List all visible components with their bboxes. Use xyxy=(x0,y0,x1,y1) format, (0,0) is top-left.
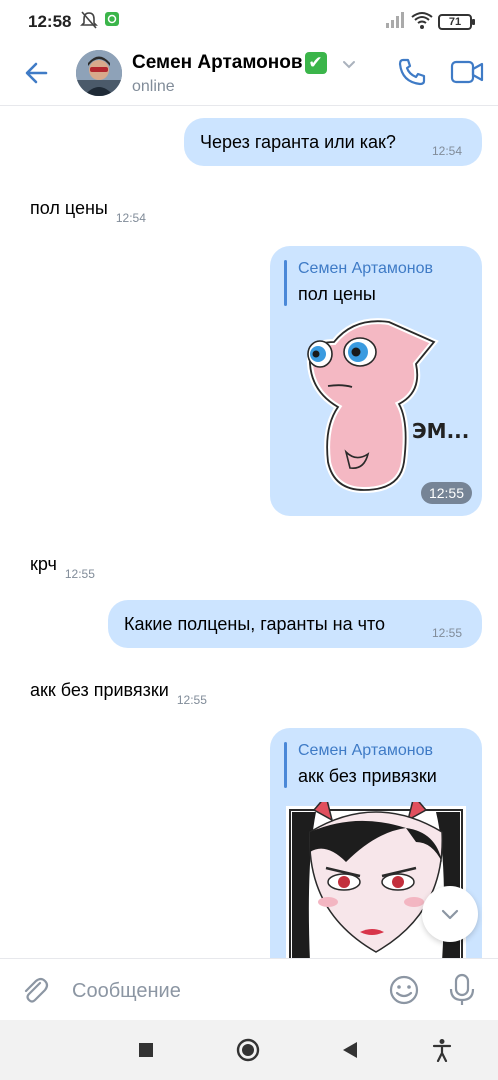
arrow-left-icon[interactable] xyxy=(22,58,52,88)
scroll-down-button[interactable] xyxy=(422,886,478,942)
message-outgoing[interactable]: Какие полцены, гаранты на что 12:55 xyxy=(108,600,482,648)
wifi-icon xyxy=(411,12,433,29)
smile-icon[interactable] xyxy=(388,974,420,1006)
message-time: 12:55 xyxy=(64,567,95,581)
phone-icon[interactable] xyxy=(396,56,428,88)
contact-status: online xyxy=(132,78,175,95)
app-notification-icon xyxy=(105,12,119,26)
message-composer xyxy=(0,958,498,1020)
reply-author: Семен Артамонов xyxy=(298,742,434,759)
back-triangle-icon[interactable] xyxy=(342,1041,358,1059)
reply-bar xyxy=(284,742,287,788)
message-incoming[interactable]: крч 12:55 xyxy=(30,554,95,581)
message-outgoing-sticker[interactable]: Семен Артамонов пол цены ЭМ... 12:55 xyxy=(270,246,482,516)
avatar[interactable] xyxy=(76,50,122,96)
message-incoming[interactable]: акк без привязки 12:55 xyxy=(30,680,207,707)
message-outgoing-sticker[interactable]: Семен Артамонов акк без привязки xyxy=(270,728,482,988)
message-time: 12:54 xyxy=(115,211,146,225)
message-time: 12:55 xyxy=(176,693,207,707)
battery-indicator: 71 xyxy=(438,14,475,30)
status-time: 12:58 xyxy=(28,12,72,31)
verified-check-icon: ✔ xyxy=(304,52,327,74)
reply-text: пол цены xyxy=(298,284,376,304)
home-circle-icon[interactable] xyxy=(236,1038,260,1062)
message-text: крч xyxy=(30,554,57,574)
message-outgoing[interactable]: Через гаранта или как? 12:54 xyxy=(184,118,482,166)
reply-author: Семен Артамонов xyxy=(298,260,434,277)
accessibility-icon[interactable] xyxy=(432,1038,452,1062)
chevron-down-icon xyxy=(441,909,459,920)
contact-name[interactable]: Семен Артамонов ✔ xyxy=(132,52,327,74)
video-camera-icon[interactable] xyxy=(450,58,484,86)
chevron-down-icon[interactable] xyxy=(342,58,356,72)
status-bar: 12:58 71 xyxy=(0,0,498,44)
message-input[interactable] xyxy=(72,977,372,1005)
reply-bar xyxy=(284,260,287,306)
message-incoming[interactable]: пол цены 12:54 xyxy=(30,198,146,225)
recents-square-icon[interactable] xyxy=(138,1042,154,1058)
message-text: акк без привязки xyxy=(30,680,169,700)
reply-text: акк без привязки xyxy=(298,766,437,786)
microphone-icon[interactable] xyxy=(448,973,476,1007)
message-time: 12:55 xyxy=(420,482,472,504)
contact-name-text: Семен Артамонов xyxy=(132,52,303,73)
mute-bell-icon xyxy=(80,11,98,29)
sticker-cat-image: ЭМ... xyxy=(306,318,469,494)
message-time: 12:54 xyxy=(432,144,463,158)
system-nav-bar xyxy=(0,1020,498,1080)
chat-header: Семен Артамонов ✔ online xyxy=(0,44,498,106)
message-text: Какие полцены, гаранты на что xyxy=(124,614,386,634)
paperclip-icon[interactable] xyxy=(20,975,50,1005)
message-text: Через гаранта или как? xyxy=(200,132,396,152)
signal-icon xyxy=(386,12,404,28)
message-text: пол цены xyxy=(30,198,108,218)
chat-screen: 12:58 71 Семен Артамонов ✔ online Через … xyxy=(0,0,498,1080)
message-time: 12:55 xyxy=(432,626,463,640)
sticker-caption: ЭМ... xyxy=(412,419,469,443)
